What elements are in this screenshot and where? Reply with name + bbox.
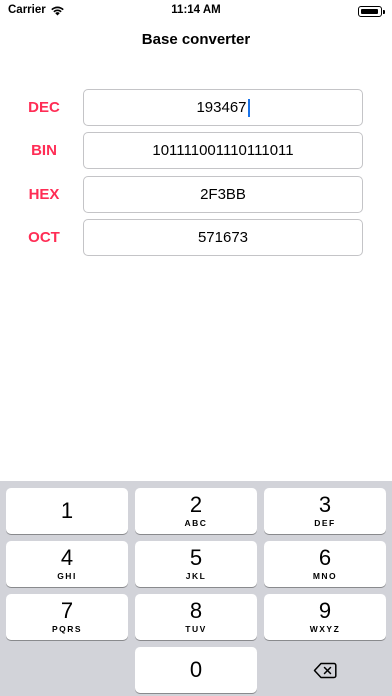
numeric-keypad: 1 2 ABC 3 DEF 4 GHI 5 JKL 6 MNO 7 PQRS 8… [0, 481, 392, 696]
hex-row: HEX 2F3BB [0, 176, 392, 213]
status-time: 11:14 AM [171, 4, 221, 16]
oct-row: OCT 571673 [0, 219, 392, 256]
key-letters: PQRS [51, 624, 83, 634]
battery-icon [358, 6, 385, 17]
key-letters: JKL [185, 571, 207, 581]
key-7[interactable]: 7 PQRS [6, 594, 128, 640]
key-digit: 0 [189, 657, 203, 682]
key-digit: 3 [318, 492, 332, 517]
key-letters: GHI [57, 571, 77, 581]
key-2[interactable]: 2 ABC [135, 488, 257, 534]
delete-backspace-icon [313, 662, 337, 678]
key-letters: ABC [184, 518, 208, 528]
dec-field[interactable]: 193467 [83, 89, 363, 126]
key-6[interactable]: 6 MNO [264, 541, 386, 587]
bin-label: BIN [31, 142, 57, 159]
hex-value: 2F3BB [200, 186, 246, 203]
key-9[interactable]: 9 WXYZ [264, 594, 386, 640]
screen: Carrier 11:14 AM Base converter DEC 1934… [0, 0, 392, 696]
oct-value: 571673 [197, 229, 249, 246]
key-3[interactable]: 3 DEF [264, 488, 386, 534]
key-digit: 1 [60, 498, 74, 523]
key-letters: TUV [185, 624, 207, 634]
key-letters: WXYZ [309, 624, 341, 634]
key-4[interactable]: 4 GHI [6, 541, 128, 587]
bin-value: 101111001110111011 [152, 142, 294, 159]
status-bar: Carrier 11:14 AM [0, 0, 392, 22]
key-digit: 5 [189, 545, 203, 570]
delete-key[interactable] [264, 647, 386, 693]
key-8[interactable]: 8 TUV [135, 594, 257, 640]
dec-label: DEC [28, 99, 60, 116]
key-digit: 2 [189, 492, 203, 517]
page-title: Base converter [141, 31, 251, 48]
dec-value: 193467 [196, 99, 247, 116]
key-digit: 9 [318, 598, 332, 623]
key-1[interactable]: 1 [6, 488, 128, 534]
key-letters: MNO [312, 571, 338, 581]
key-digit: 8 [189, 598, 203, 623]
hex-label: HEX [28, 186, 60, 203]
key-0[interactable]: 0 [135, 647, 257, 693]
dec-row: DEC 193467 [0, 89, 392, 126]
hex-field[interactable]: 2F3BB [83, 176, 363, 213]
bin-field[interactable]: 101111001110111011 [83, 132, 363, 169]
text-cursor [247, 98, 250, 117]
oct-label: OCT [28, 229, 60, 246]
key-5[interactable]: 5 JKL [135, 541, 257, 587]
bin-row: BIN 101111001110111011 [0, 132, 392, 169]
key-letters: DEF [314, 518, 336, 528]
oct-field[interactable]: 571673 [83, 219, 363, 256]
key-digit: 4 [60, 545, 74, 570]
key-digit: 6 [318, 545, 332, 570]
key-digit: 7 [60, 598, 74, 623]
